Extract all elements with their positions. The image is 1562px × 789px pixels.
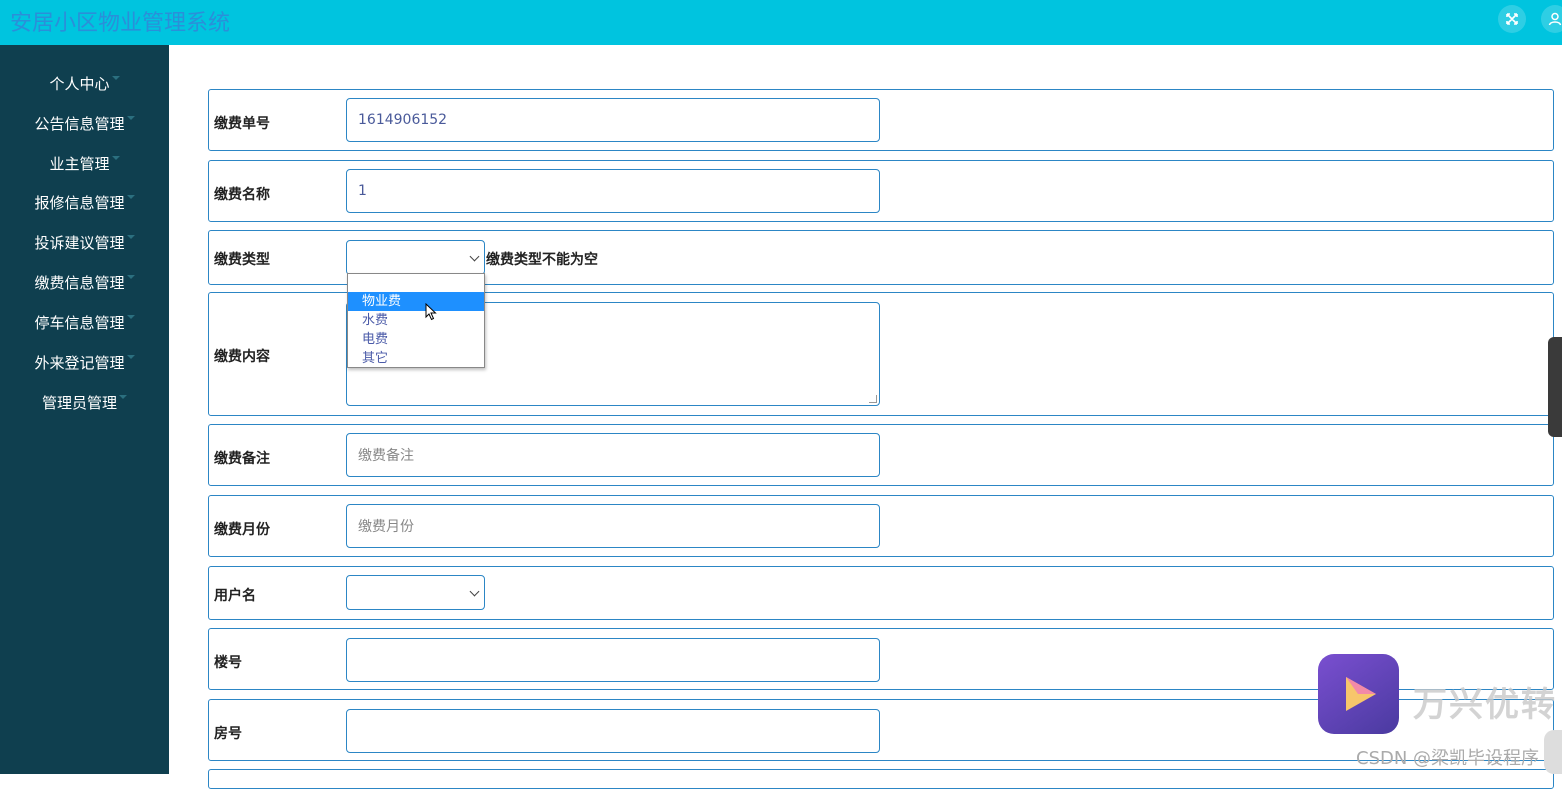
building-input[interactable] xyxy=(346,638,880,682)
caret-down-icon xyxy=(126,116,135,120)
bill-no-label: 缴费单号 xyxy=(214,116,270,132)
watermark-text: 万兴优转 xyxy=(1413,685,1557,725)
username-label: 用户名 xyxy=(214,588,256,604)
form-row-bill-name: 缴费名称 1 xyxy=(208,160,1554,222)
bill-name-label: 缴费名称 xyxy=(214,187,270,203)
sidebar-item-notice[interactable]: 公告信息管理 xyxy=(0,111,169,135)
sidebar-item-complaint[interactable]: 投诉建议管理 xyxy=(0,230,169,254)
dropdown-option-empty[interactable] xyxy=(348,274,484,293)
sidebar-item-label: 公告信息管理 xyxy=(34,114,125,133)
chevron-down-icon xyxy=(469,251,480,262)
side-scroll-handle[interactable] xyxy=(1548,337,1562,437)
caret-down-icon xyxy=(126,195,135,199)
sidebar-item-owner[interactable]: 业主管理 xyxy=(0,151,169,175)
fullscreen-icon[interactable] xyxy=(1498,5,1526,33)
room-input[interactable] xyxy=(346,709,880,753)
username-select[interactable] xyxy=(346,575,485,610)
bill-month-input[interactable]: 缴费月份 xyxy=(346,504,880,548)
caret-down-icon xyxy=(111,76,120,80)
sidebar-item-label: 外来登记管理 xyxy=(34,353,125,372)
caret-down-icon xyxy=(119,395,127,399)
form-row-bill-no: 缴费单号 1614906152 xyxy=(208,89,1554,151)
form-row-bill-month: 缴费月份 缴费月份 xyxy=(208,495,1554,557)
dropdown-option-other[interactable]: 其它 xyxy=(348,349,484,368)
sidebar-item-label: 个人中心 xyxy=(49,74,110,93)
sidebar-item-label: 报修信息管理 xyxy=(34,193,125,212)
sidebar-item-parking[interactable]: 停车信息管理 xyxy=(0,310,169,334)
sidebar-item-payment[interactable]: 缴费信息管理 xyxy=(0,270,169,294)
sidebar-item-visitor[interactable]: 外来登记管理 xyxy=(0,350,169,374)
mouse-cursor-icon xyxy=(425,303,437,321)
csdn-watermark: CSDN @梁凯毕设程序 xyxy=(1356,748,1540,769)
sidebar-item-label: 停车信息管理 xyxy=(34,313,125,332)
form-row-next xyxy=(208,769,1554,789)
resize-grip-icon[interactable] xyxy=(869,395,877,403)
sidebar-item-repair[interactable]: 报修信息管理 xyxy=(0,190,169,214)
bill-type-select[interactable] xyxy=(346,240,485,275)
bill-type-label: 缴费类型 xyxy=(214,252,270,268)
bill-content-label: 缴费内容 xyxy=(214,349,270,365)
sidebar-item-label: 管理员管理 xyxy=(41,393,117,412)
caret-down-icon xyxy=(126,235,135,239)
sidebar-item-label: 业主管理 xyxy=(49,154,110,173)
bill-name-input[interactable]: 1 xyxy=(346,169,880,213)
dropdown-option-water-fee[interactable]: 水费 xyxy=(348,311,484,330)
building-label: 楼号 xyxy=(214,655,242,671)
bill-month-label: 缴费月份 xyxy=(214,522,270,538)
caret-down-icon xyxy=(111,156,120,160)
watermark-logo-icon xyxy=(1318,654,1399,734)
caret-down-icon xyxy=(126,355,135,359)
back-to-top-icon[interactable] xyxy=(1544,730,1562,774)
sidebar-item-label: 缴费信息管理 xyxy=(34,273,125,292)
user-icon[interactable] xyxy=(1541,5,1562,33)
room-label: 房号 xyxy=(214,726,242,742)
bill-remark-input[interactable]: 缴费备注 xyxy=(346,433,880,477)
bill-type-dropdown: 物业费 水费 电费 其它 xyxy=(347,273,485,368)
caret-down-icon xyxy=(126,315,135,319)
form-row-username: 用户名 xyxy=(208,566,1554,620)
sidebar-item-label: 投诉建议管理 xyxy=(34,233,125,252)
sidebar-item-admin[interactable]: 管理员管理 xyxy=(0,390,169,414)
bill-no-input[interactable]: 1614906152 xyxy=(346,98,880,142)
dropdown-option-property-fee[interactable]: 物业费 xyxy=(348,292,484,311)
caret-down-icon xyxy=(126,275,135,279)
sidebar: 个人中心 公告信息管理 业主管理 报修信息管理 投诉建议管理 缴费信息管理 停车… xyxy=(0,45,169,774)
app-title: 安居小区物业管理系统 xyxy=(10,11,231,36)
dropdown-option-electric-fee[interactable]: 电费 xyxy=(348,330,484,349)
bill-type-error: 缴费类型不能为空 xyxy=(486,252,598,268)
chevron-down-icon xyxy=(469,586,480,597)
bill-remark-label: 缴费备注 xyxy=(214,451,270,467)
top-header: 安居小区物业管理系统 xyxy=(0,0,1562,45)
sidebar-item-personal-center[interactable]: 个人中心 xyxy=(0,71,169,95)
form-row-bill-remark: 缴费备注 缴费备注 xyxy=(208,424,1554,486)
